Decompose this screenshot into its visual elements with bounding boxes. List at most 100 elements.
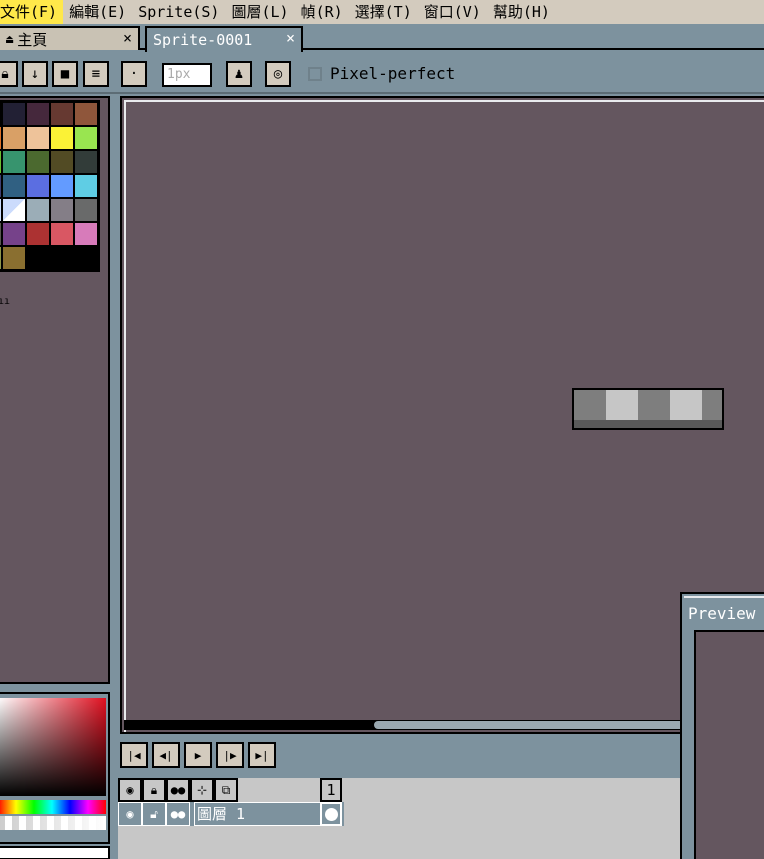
palette-swatch[interactable]: [74, 174, 98, 198]
checker-shadow: [574, 420, 722, 428]
pixel-perfect-checkbox[interactable]: [308, 67, 322, 81]
ink-icon: ♟: [234, 66, 244, 82]
palette-swatch[interactable]: [2, 102, 26, 126]
link-icon: ●●: [170, 783, 186, 797]
dot-button[interactable]: ·: [121, 61, 147, 87]
timeline-panel: |◀ ◀| ▶ |▶ ▶| ◉ 🔒︎ ●● ⊹ ⧉ 1 ◉ 🔓︎ ●● 圖層 1: [118, 736, 682, 859]
palette-swatch[interactable]: [74, 222, 98, 246]
tab-sprite-label: Sprite-0001: [153, 31, 253, 49]
checker-cell: [638, 390, 670, 420]
color-field[interactable]: [0, 698, 106, 796]
play-button[interactable]: ▶: [184, 742, 212, 768]
menu-edit[interactable]: 編輯(E): [63, 0, 132, 24]
palette-swatch[interactable]: [50, 150, 74, 174]
palette-swatch[interactable]: [26, 102, 50, 126]
palette-swatch[interactable]: [26, 126, 50, 150]
palette-swatch[interactable]: [50, 126, 74, 150]
tree-icon: ⊹: [196, 783, 208, 797]
lock-header-button[interactable]: 🔒︎: [142, 778, 166, 802]
brush-size-input[interactable]: 1px: [162, 63, 212, 87]
preview-title: Preview: [688, 604, 756, 623]
eye-icon[interactable]: ◉: [118, 802, 142, 826]
tab-home[interactable]: ⏏ 主頁 ×: [0, 26, 140, 50]
preview-canvas[interactable]: [694, 630, 764, 859]
menu-layer[interactable]: 圖層(L): [225, 0, 294, 24]
close-icon[interactable]: ×: [123, 29, 132, 47]
cel-dot-icon: [325, 808, 338, 821]
ink-button[interactable]: ♟: [226, 61, 252, 87]
first-frame-button[interactable]: |◀: [120, 742, 148, 768]
visibility-header-button[interactable]: ◉: [118, 778, 142, 802]
prev-frame-icon: ◀|: [159, 748, 173, 762]
lock-button[interactable]: 🔒︎: [0, 61, 18, 87]
frame-header[interactable]: 1: [320, 778, 342, 802]
palette-swatch[interactable]: [26, 174, 50, 198]
palette-swatch[interactable]: [26, 150, 50, 174]
onion-skin-button[interactable]: ⧉: [214, 778, 238, 802]
palette-swatch[interactable]: [50, 198, 74, 222]
onion-skin-icon: ⧉: [221, 782, 231, 797]
palette-swatch[interactable]: [74, 102, 98, 126]
palette-swatch[interactable]: [50, 174, 74, 198]
link-icon[interactable]: ●●: [166, 802, 190, 826]
unlock-icon[interactable]: 🔓︎: [142, 802, 166, 826]
last-frame-icon: ▶|: [255, 748, 269, 762]
cel[interactable]: [320, 802, 342, 826]
home-icon: ⏏: [6, 32, 14, 46]
palette-swatch[interactable]: [2, 198, 26, 222]
first-frame-icon: |◀: [127, 748, 141, 762]
move-down-button[interactable]: ↓: [22, 61, 48, 87]
menu-bar: 文件(F) 編輯(E) Sprite(S) 圖層(L) 幀(R) 選擇(T) 窗…: [0, 0, 764, 24]
group-header-button[interactable]: ⊹: [190, 778, 214, 802]
checker-cell: [574, 390, 606, 420]
layers-area: ◉ 🔒︎ ●● ⊹ ⧉ 1 ◉ 🔓︎ ●● 圖層 1: [118, 778, 682, 859]
layer-name[interactable]: 圖層 1: [194, 802, 322, 826]
next-frame-button[interactable]: |▶: [216, 742, 244, 768]
prev-frame-button[interactable]: ◀|: [152, 742, 180, 768]
alpha-shade: [0, 816, 106, 830]
tab-home-label: 主頁: [17, 30, 48, 49]
palette-swatch[interactable]: [74, 198, 98, 222]
palette-swatch[interactable]: [50, 102, 74, 126]
checker-cell: [702, 390, 722, 420]
layer-row[interactable]: ◉ 🔓︎ ●● 圖層 1: [118, 802, 344, 826]
color-palette: [0, 100, 100, 272]
palette-swatch[interactable]: [50, 222, 74, 246]
palette-swatch[interactable]: [74, 126, 98, 150]
eye-icon: ◉: [126, 783, 134, 797]
sprite-checkerboard[interactable]: [572, 388, 724, 430]
continuous-header-button[interactable]: ●●: [166, 778, 190, 802]
palette-swatch[interactable]: [2, 246, 26, 270]
menu-help[interactable]: 幫助(H): [487, 0, 556, 24]
menu-sprite[interactable]: Sprite(S): [132, 0, 225, 24]
lines-button[interactable]: ≡: [83, 61, 109, 87]
square-icon: ■: [60, 66, 70, 82]
menu-select[interactable]: 選擇(T): [349, 0, 418, 24]
tab-bar: ⏏ 主頁 × Sprite-0001 ×: [0, 24, 764, 52]
checker-cell: [606, 390, 638, 420]
horizontal-scrollbar[interactable]: [124, 720, 764, 730]
palette-swatch[interactable]: [2, 150, 26, 174]
palette-swatch[interactable]: [26, 222, 50, 246]
menu-window[interactable]: 窗口(V): [418, 0, 487, 24]
context-toolbar: 🔒︎ ↓ ■ ≡ · 1px ♟ ◎ Pixel-perfect: [0, 52, 764, 94]
menu-frame[interactable]: 幀(R): [295, 0, 349, 24]
color-picker: [0, 692, 110, 844]
close-icon[interactable]: ×: [286, 29, 295, 47]
palette-swatch[interactable]: [26, 198, 50, 222]
next-frame-icon: |▶: [223, 748, 237, 762]
menu-file[interactable]: 文件(F): [0, 0, 64, 24]
palette-swatch[interactable]: [2, 174, 26, 198]
editor-canvas[interactable]: [120, 96, 764, 734]
last-frame-button[interactable]: ▶|: [248, 742, 276, 768]
palette-swatch[interactable]: [2, 222, 26, 246]
play-icon: ▶: [194, 748, 202, 762]
palette-swatch[interactable]: [74, 150, 98, 174]
square-button[interactable]: ■: [52, 61, 78, 87]
palette-swatch[interactable]: [2, 126, 26, 150]
app-window: 文件(F) 編輯(E) Sprite(S) 圖層(L) 幀(R) 選擇(T) 窗…: [0, 0, 764, 859]
arrow-down-icon: ↓: [30, 66, 40, 82]
hue-slider[interactable]: [0, 800, 106, 814]
tab-sprite[interactable]: Sprite-0001 ×: [145, 26, 303, 52]
spiral-button[interactable]: ◎: [265, 61, 291, 87]
